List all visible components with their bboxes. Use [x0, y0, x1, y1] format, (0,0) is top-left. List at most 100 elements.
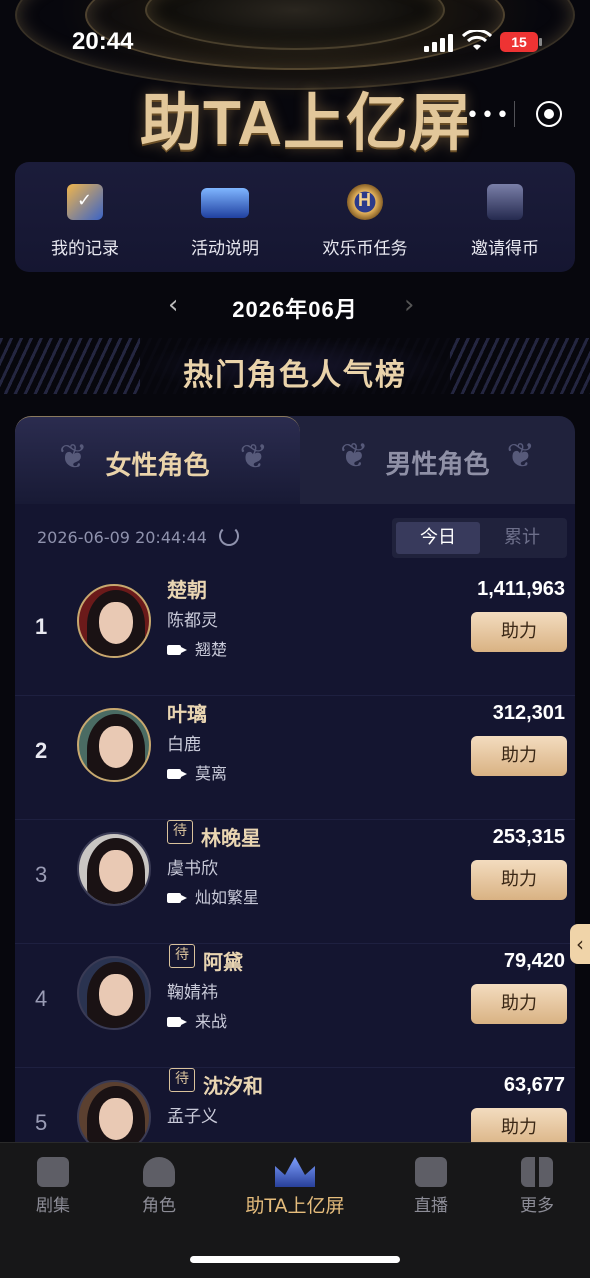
- ranking-row: 1 楚朝 陈都灵 翘楚 1,411,963 助力: [15, 572, 575, 696]
- laurel-right-icon: ❦: [239, 437, 269, 477]
- help-boost-button[interactable]: 助力: [471, 860, 567, 900]
- next-month-chevron-icon[interactable]: ›: [404, 290, 414, 320]
- help-boost-button[interactable]: 助力: [471, 612, 567, 652]
- grid-icon: [521, 1157, 553, 1187]
- drama-title: 来战: [167, 1008, 227, 1032]
- vote-count: 253,315: [492, 826, 565, 848]
- tab-female-roles[interactable]: ❦ 女性角色 ❦: [15, 416, 300, 504]
- rank-number: 3: [35, 862, 48, 887]
- refresh-icon[interactable]: [219, 526, 239, 546]
- nav-label: 剧集: [36, 1196, 70, 1216]
- clipboard-icon: [67, 184, 103, 220]
- rank-number: 4: [35, 986, 48, 1011]
- update-timestamp: 2026-06-09 20:44:44: [37, 528, 207, 547]
- avatar[interactable]: [77, 832, 151, 906]
- vote-count: 1,411,963: [477, 578, 565, 600]
- current-month: 2026年06月: [232, 297, 358, 322]
- drama-title: 灿如繁星: [167, 884, 259, 908]
- quick-item-label: 活动说明: [191, 239, 259, 259]
- rank-number: 1: [35, 614, 48, 639]
- rank-number: 2: [35, 738, 48, 763]
- drama-name: 翘楚: [195, 640, 228, 659]
- role-name: 林晚星: [201, 828, 261, 850]
- drama-name: 莫离: [195, 764, 228, 783]
- actor-name: 鞠婧祎: [167, 983, 218, 1003]
- vote-count: 312,301: [492, 702, 565, 724]
- signal-icon: [424, 34, 453, 52]
- side-collapse-chevron-icon[interactable]: ‹: [570, 924, 590, 964]
- monitor-icon: [201, 188, 249, 218]
- battery-icon: 15: [500, 32, 542, 52]
- role-name: 沈汐和: [203, 1076, 263, 1098]
- avatar[interactable]: [77, 584, 151, 658]
- role-name: 叶璃: [167, 704, 207, 726]
- tv-play-icon: [37, 1157, 69, 1187]
- ranking-panel: 2026-06-09 20:44:44 今日 累计 1 楚朝 陈都灵 翘楚 1,…: [15, 504, 575, 1144]
- period-total-button[interactable]: 累计: [480, 522, 564, 554]
- quick-item-invite[interactable]: 邀请得币: [435, 162, 575, 272]
- pending-badge: 待: [169, 1068, 195, 1092]
- role-name: 楚朝: [167, 580, 207, 602]
- month-selector: ‹ 2026年06月 ›: [0, 290, 590, 324]
- nav-item-more[interactable]: 更多: [482, 1157, 590, 1216]
- nav-label: 角色: [142, 1196, 176, 1216]
- ranking-row: 3 待 林晚星 虞书欣 灿如繁星 253,315 助力: [15, 820, 575, 944]
- help-boost-button[interactable]: 助力: [471, 1108, 567, 1144]
- nav-label: 助TA上亿屏: [245, 1195, 345, 1217]
- help-boost-button[interactable]: 助力: [471, 736, 567, 776]
- video-camera-icon: [167, 645, 187, 655]
- video-camera-icon: [167, 893, 187, 903]
- actor-name: 虞书欣: [167, 859, 218, 879]
- drama-title: 翘楚: [167, 636, 227, 660]
- capsule-divider: [514, 101, 515, 127]
- quick-item-label: 邀请得币: [471, 239, 539, 259]
- quick-item-my-records[interactable]: 我的记录: [15, 162, 155, 272]
- ranking-row: 4 待 阿黛 鞠婧祎 来战 79,420 助力: [15, 944, 575, 1068]
- actor-name: 白鹿: [167, 735, 201, 755]
- nav-item-roles[interactable]: 角色: [104, 1157, 214, 1216]
- mini-program-capsule: •••: [456, 95, 574, 133]
- status-time: 20:44: [72, 28, 134, 55]
- rank-number: 5: [35, 1110, 48, 1135]
- quick-menu: 我的记录 活动说明 欢乐币任务 邀请得币: [15, 162, 575, 272]
- nav-label: 更多: [520, 1196, 554, 1216]
- tv-icon: [415, 1157, 447, 1187]
- ranking-row: 5 待 沈汐和 孟子义 63,677 助力: [15, 1068, 575, 1144]
- drama-name: 灿如繁星: [195, 888, 260, 907]
- ranking-row: 2 叶璃 白鹿 莫离 312,301 助力: [15, 696, 575, 820]
- nav-item-boost[interactable]: 助TA上亿屏: [225, 1157, 365, 1218]
- help-boost-button[interactable]: 助力: [471, 984, 567, 1024]
- period-today-button[interactable]: 今日: [396, 522, 480, 554]
- crown-icon: [275, 1157, 315, 1187]
- avatar[interactable]: [77, 1080, 151, 1144]
- section-title: 热门角色人气榜: [183, 359, 407, 392]
- person-star-icon: [143, 1157, 175, 1187]
- nav-item-series[interactable]: 剧集: [0, 1157, 108, 1216]
- period-toggle: 今日 累计: [392, 518, 567, 558]
- drama-name: 来战: [195, 1012, 228, 1031]
- more-dots-icon[interactable]: •••: [466, 103, 511, 128]
- invite-icon: [487, 184, 523, 220]
- close-target-icon[interactable]: [536, 101, 562, 127]
- quick-item-rules[interactable]: 活动说明: [155, 162, 295, 272]
- quick-item-label: 欢乐币任务: [322, 239, 408, 259]
- nav-item-live[interactable]: 直播: [376, 1157, 486, 1216]
- coin-icon: [347, 184, 383, 220]
- page-title: 助TA上亿屏: [140, 89, 473, 158]
- nav-label: 直播: [414, 1196, 448, 1216]
- laurel-right-icon: ❦: [506, 436, 536, 476]
- quick-item-label: 我的记录: [51, 239, 119, 259]
- section-header: 热门角色人气榜: [0, 338, 590, 394]
- pending-badge: 待: [169, 944, 195, 968]
- video-camera-icon: [167, 769, 187, 779]
- actor-name: 陈都灵: [167, 611, 218, 631]
- quick-item-coin-tasks[interactable]: 欢乐币任务: [295, 162, 435, 272]
- avatar[interactable]: [77, 956, 151, 1030]
- avatar[interactable]: [77, 708, 151, 782]
- role-name: 阿黛: [203, 952, 243, 974]
- pending-badge: 待: [167, 820, 193, 844]
- vote-count: 79,420: [503, 950, 565, 972]
- video-camera-icon: [167, 1017, 187, 1027]
- tab-male-roles[interactable]: ❦ 男性角色 ❦: [300, 416, 575, 504]
- gender-tabs: ❦ 女性角色 ❦ ❦ 男性角色 ❦: [15, 416, 575, 504]
